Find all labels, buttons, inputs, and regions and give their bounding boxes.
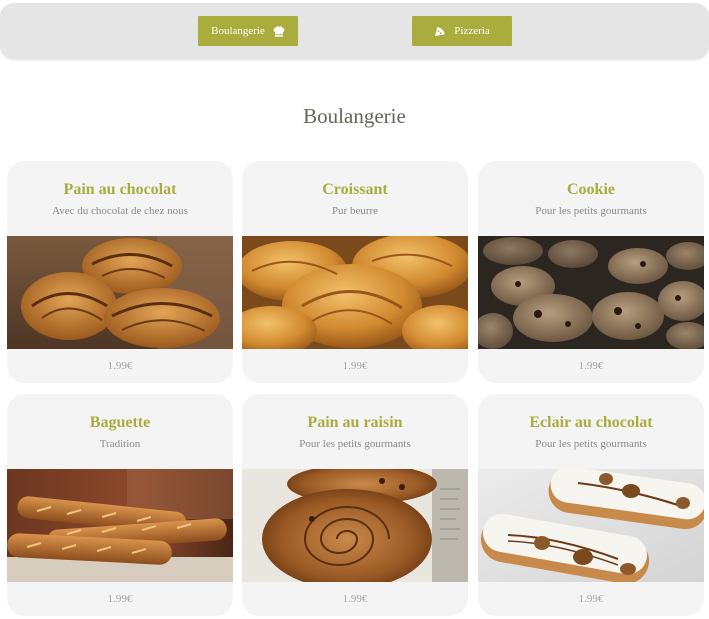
product-price: 1.99€ — [578, 593, 604, 605]
product-card-eclair-au-chocolat[interactable]: Eclair au chocolat Pour les petits gourm… — [478, 394, 704, 616]
product-name: Cookie — [567, 181, 615, 198]
baguette-photo — [7, 469, 233, 582]
section-title: Boulangerie — [303, 104, 406, 128]
product-price: 1.99€ — [578, 360, 604, 372]
product-price: 1.99€ — [107, 360, 133, 372]
product-card-cookie[interactable]: Cookie Pour les petits gourmants 1.99€ — [478, 161, 704, 383]
croissant-photo — [242, 236, 468, 349]
product-card-croissant[interactable]: Croissant Pur beurre 1.99€ — [242, 161, 468, 383]
cookie-photo — [478, 236, 704, 349]
boulangerie-nav-button[interactable]: Boulangerie — [198, 16, 298, 46]
product-description: Avec du chocolat de chez nous — [52, 205, 188, 217]
product-card-pain-au-chocolat[interactable]: Pain au chocolat Avec du chocolat de che… — [7, 161, 233, 383]
product-name: Eclair au chocolat — [529, 414, 653, 431]
pizzeria-nav-button[interactable]: Pizzeria — [412, 16, 512, 46]
product-name: Croissant — [322, 181, 388, 198]
product-price: 1.99€ — [107, 593, 133, 605]
product-name: Pain au chocolat — [63, 181, 177, 198]
product-description: Pur beurre — [331, 205, 379, 217]
product-description: Pour les petits gourmants — [299, 438, 411, 450]
product-description: Tradition — [99, 438, 141, 450]
chef-hat-icon — [273, 25, 285, 37]
boulangerie-nav-label: Boulangerie — [211, 25, 265, 37]
product-description: Pour les petits gourmants — [535, 205, 647, 217]
pizzeria-nav-label: Pizzeria — [454, 25, 490, 37]
product-card-pain-au-raisin[interactable]: Pain au raisin Pour les petits gourmants… — [242, 394, 468, 616]
top-nav: Boulangerie Pizzeria — [0, 3, 709, 59]
product-name: Baguette — [89, 414, 151, 431]
product-price: 1.99€ — [342, 593, 368, 605]
product-description: Pour les petits gourmants — [535, 438, 647, 450]
pain-au-chocolat-photo — [7, 236, 233, 349]
product-name: Pain au raisin — [307, 414, 403, 431]
product-price: 1.99€ — [342, 360, 368, 372]
pain-au-raisin-photo — [242, 469, 468, 582]
eclair-photo — [478, 469, 704, 582]
product-card-baguette[interactable]: Baguette Tradition 1.99€ — [7, 394, 233, 616]
pizza-slice-icon — [434, 26, 446, 37]
